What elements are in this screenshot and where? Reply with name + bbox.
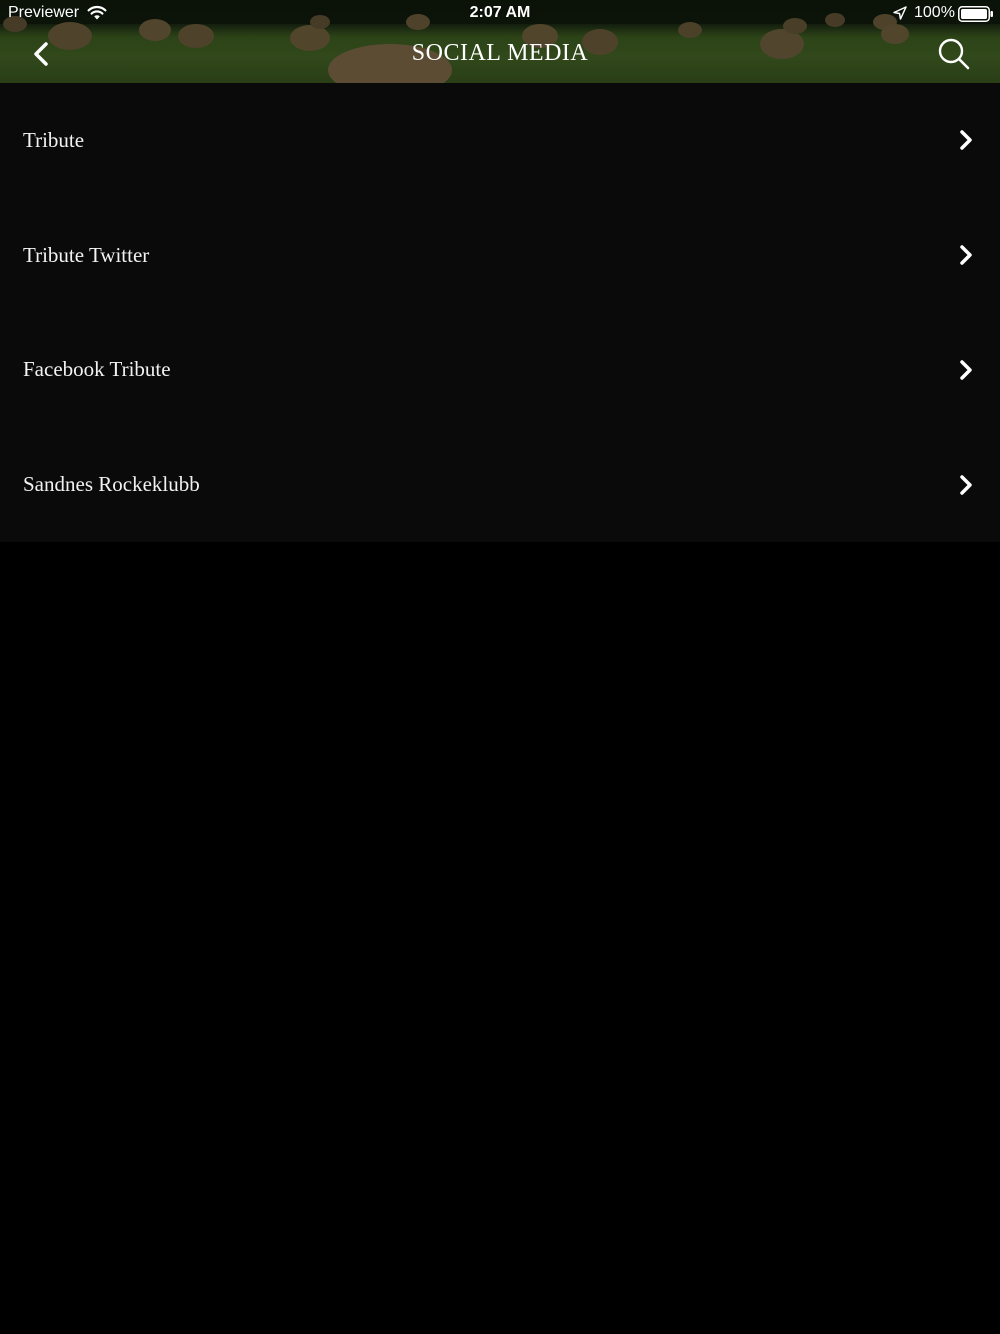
search-icon <box>938 38 970 70</box>
page-title: SOCIAL MEDIA <box>411 40 589 66</box>
social-media-list: Tribute Tribute Twitter Facebook Tribute… <box>0 83 1000 542</box>
location-arrow-icon <box>893 6 907 20</box>
list-item-tribute[interactable]: Tribute <box>0 83 1000 198</box>
chevron-right-icon <box>960 360 972 380</box>
chevron-right-icon <box>960 130 972 151</box>
search-button[interactable] <box>934 36 974 72</box>
battery-percentage: 100% <box>914 4 955 21</box>
list-item-label: Tribute Twitter <box>23 242 150 267</box>
list-item-tribute-twitter[interactable]: Tribute Twitter <box>0 198 1000 313</box>
screen: Previewer 2:07 AM 100% SOCIAL MEDIA Trib… <box>0 0 1000 1334</box>
battery-icon <box>958 6 993 22</box>
status-bar: Previewer 2:07 AM 100% <box>0 0 1000 28</box>
list-item-label: Sandnes Rockeklubb <box>23 472 200 497</box>
list-item-facebook-tribute[interactable]: Facebook Tribute <box>0 313 1000 428</box>
status-time: 2:07 AM <box>469 4 531 21</box>
header-banner: Previewer 2:07 AM 100% SOCIAL MEDIA <box>0 0 1000 83</box>
chevron-right-icon <box>960 474 972 495</box>
list-item-label: Facebook Tribute <box>23 357 171 382</box>
list-item-sandnes-rockeklubb[interactable]: Sandnes Rockeklubb <box>0 427 1000 542</box>
list-item-label: Tribute <box>23 127 85 152</box>
chevron-right-icon <box>960 245 972 265</box>
